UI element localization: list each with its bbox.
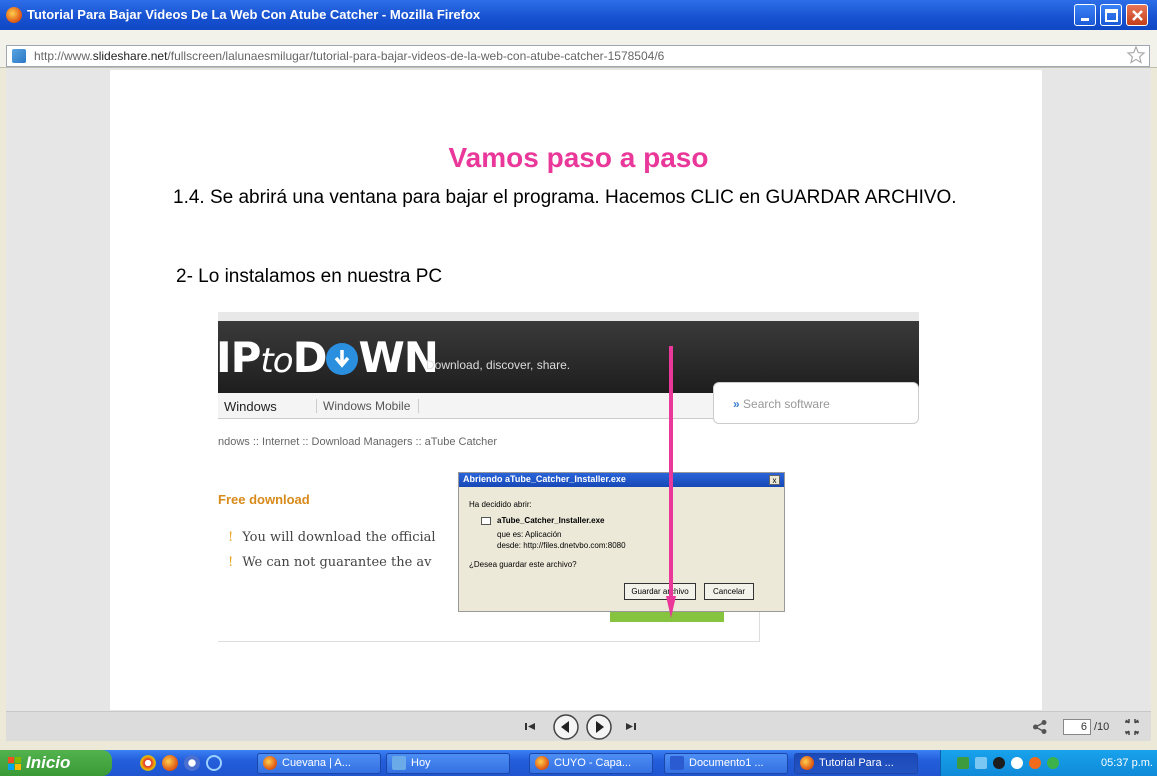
uptodown-breadcrumb: ndows :: Internet :: Download Managers :… [218,436,498,448]
free-download-heading: Free download [218,492,310,507]
download-note-2: ! We can not guarantee the av [228,555,432,570]
dialog-filename: aTube_Catcher_Installer.exe [497,516,605,525]
dialog-type: que es: Aplicación [497,530,562,539]
cancel-button: Cancelar [704,583,754,600]
uptodown-logo: IPtoD WN [218,333,439,382]
download-circle-icon [326,343,359,375]
chevron-right-icon: » [733,397,740,411]
dialog-question: ¿Desea guardar este archivo? [469,560,577,569]
exit-fullscreen-icon[interactable] [1124,719,1140,735]
clock: 05:37 p.m. [1101,757,1153,769]
start-label: Inicio [26,753,71,772]
minimize-button[interactable] [1074,4,1096,26]
dialog-intro: Ha decidido abrir: [469,500,532,509]
url-prefix: http://www. [34,49,93,63]
firefox-quicklaunch-icon[interactable] [162,755,178,771]
dialog-source: desde: http://files.dnetvbo.com:8080 [497,541,626,550]
taskbar-item-cuyo[interactable]: CUYO - Capa... [529,753,653,774]
dialog-close-button: x [769,475,780,485]
taskbar-item-hoy[interactable]: Hoy [386,753,510,774]
uptodown-search-placeholder: » Search software [733,397,830,411]
close-icon [1132,10,1143,21]
url-path: /fullscreen/lalunaesmilugar/tutorial-par… [167,49,665,63]
taskbar-item-tutorial[interactable]: Tutorial Para ... [794,753,918,774]
slide-step-2: 2- Lo instalamos en nuestra PC [176,266,443,287]
nav-windows: Windows [224,399,277,414]
firefox-icon [535,756,549,770]
people-icon [392,756,406,770]
uptodown-tagline: Download, discover, share. [426,358,571,372]
save-file-button: Guardar archivo [624,583,696,600]
exclamation-icon: ! [228,530,234,545]
exclamation-icon: ! [228,555,234,570]
download-note-1: ! You will download the official [228,530,436,545]
windows-flag-icon [8,757,21,770]
next-slide-button[interactable] [585,713,613,741]
taskbar-item-cuevana[interactable]: Cuevana | A... [257,753,381,774]
internet-explorer-icon[interactable] [206,755,222,771]
url-domain: slideshare.net [92,49,168,63]
network-icon[interactable] [957,757,969,769]
save-file-dialog: Abriendo aTube_Catcher_Installer.exe x H… [458,472,785,612]
maximize-button[interactable] [1100,4,1122,26]
chrome-icon[interactable] [140,755,156,771]
page-total: /10 [1094,721,1110,733]
window-title: Tutorial Para Bajar Videos De La Web Con… [27,7,481,22]
share-icon[interactable] [1032,719,1048,735]
browser-strip [218,312,919,321]
volume-icon[interactable] [993,757,1005,769]
browser-quicklaunch-icon[interactable] [184,755,200,771]
bookmark-star-icon[interactable] [1125,44,1147,66]
taskbar-item-documento1[interactable]: Documento1 ... [664,753,788,774]
site-identity-icon[interactable] [12,49,26,63]
antivirus-icon[interactable] [1011,757,1023,769]
firefox-icon [6,7,22,23]
url-text[interactable]: http://www.slideshare.net/fullscreen/lal… [34,49,664,63]
firefox-icon [800,756,814,770]
messenger-icon[interactable] [1029,757,1041,769]
previous-slide-button[interactable] [552,713,580,741]
slide-step-1: 1.4. Se abrirá una ventana para bajar el… [173,187,957,208]
pointer-arrow-icon [666,346,676,618]
first-slide-icon[interactable] [523,719,537,733]
nav-windows-mobile: Windows Mobile [316,399,420,413]
last-slide-icon[interactable] [624,719,638,733]
maximize-icon [1105,9,1118,22]
file-icon [481,517,491,525]
connection-icon[interactable] [975,757,987,769]
slide-title: Vamos paso a paso [448,142,709,173]
firefox-icon [263,756,277,770]
page-number-input[interactable]: 6 [1063,719,1091,735]
dialog-title: Abriendo aTube_Catcher_Installer.exe [463,474,626,484]
word-document-icon [670,756,684,770]
close-button[interactable] [1126,4,1148,26]
embedded-screenshot: IPtoD WN Download, discover, share. Windo… [218,312,919,642]
minimize-icon [1081,18,1089,21]
update-icon[interactable] [1047,757,1059,769]
